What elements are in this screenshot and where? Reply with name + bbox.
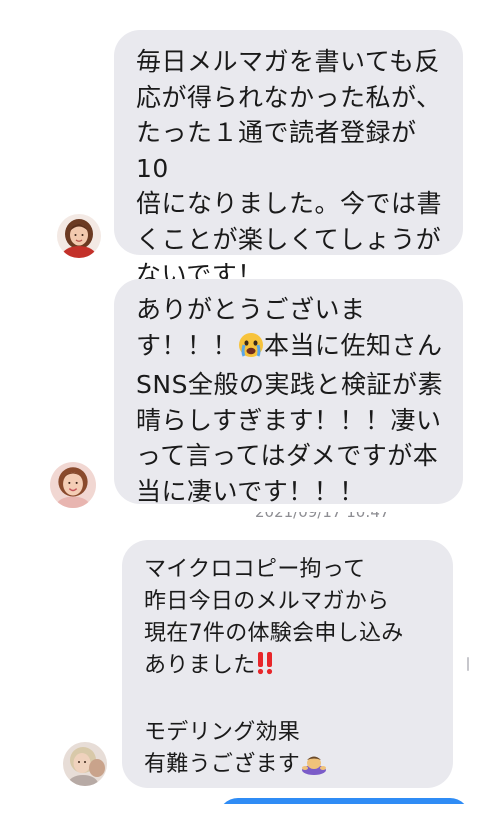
message-line: ありました <box>144 653 256 678</box>
message-text: 毎日メルマガを書いても反 応が得られなかった私が、 たった１通で読者登録が10 … <box>136 47 443 289</box>
message-text: マイクロコピー拘って 昨日今日のメルマガから 現在7件の体験会申し込み ありまし… <box>144 554 435 785</box>
message-bubble[interactable]: 毎日メルマガを書いても反 応が得られなかった私が、 たった１通で読者登録が10 … <box>114 30 463 289</box>
scroll-indicator <box>467 657 469 671</box>
avatar[interactable] <box>50 462 96 508</box>
message-text: ありがとうございま す！！！ 本当に佐知さん SNS全般の実践と検証が素 晴らしす… <box>136 292 453 509</box>
message-bubble[interactable]: ありがとうございま す！！！ 本当に佐知さん SNS全般の実践と検証が素 晴らしす… <box>114 279 463 506</box>
message-row: ありがとうございま す！！！ 本当に佐知さん SNS全般の実践と検証が素 晴らしす… <box>0 279 500 509</box>
double-exclamation-icon <box>256 651 274 685</box>
message-bubble[interactable]: マイクロコピー拘って 昨日今日のメルマガから 現在7件の体験会申し込み ありまし… <box>122 540 453 788</box>
outgoing-message-bubble-partial[interactable] <box>218 798 470 804</box>
crying-face-emoji-icon <box>238 332 264 368</box>
timestamp: 2021/09/17 10:47 <box>255 512 390 521</box>
bowing-person-emoji-icon <box>300 751 328 785</box>
message-line: 本当に佐知さん <box>264 330 443 360</box>
avatar-photo-icon <box>57 214 101 258</box>
message-row: 毎日メルマガを書いても反 応が得られなかった私が、 たった１通で読者登録が10 … <box>0 30 500 289</box>
message-line: す！！！ <box>136 330 239 360</box>
message-line: マイクロコピー拘って 昨日今日のメルマガから 現在7件の体験会申し込み <box>144 557 404 646</box>
message-line: 有難うござます <box>144 752 301 777</box>
message-line: ありがとうございま <box>136 295 366 324</box>
avatar[interactable] <box>57 214 101 258</box>
avatar[interactable] <box>63 742 107 786</box>
avatar-photo-icon <box>63 742 107 786</box>
avatar-photo-icon <box>50 462 96 508</box>
message-line: モデリング効果 <box>144 720 301 745</box>
message-row: マイクロコピー拘って 昨日今日のメルマガから 現在7件の体験会申し込み ありまし… <box>0 540 500 795</box>
message-line: SNS全般の実践と検証が素 晴らしすぎます！！！凄い って言ってはダメですが本 … <box>136 370 443 506</box>
